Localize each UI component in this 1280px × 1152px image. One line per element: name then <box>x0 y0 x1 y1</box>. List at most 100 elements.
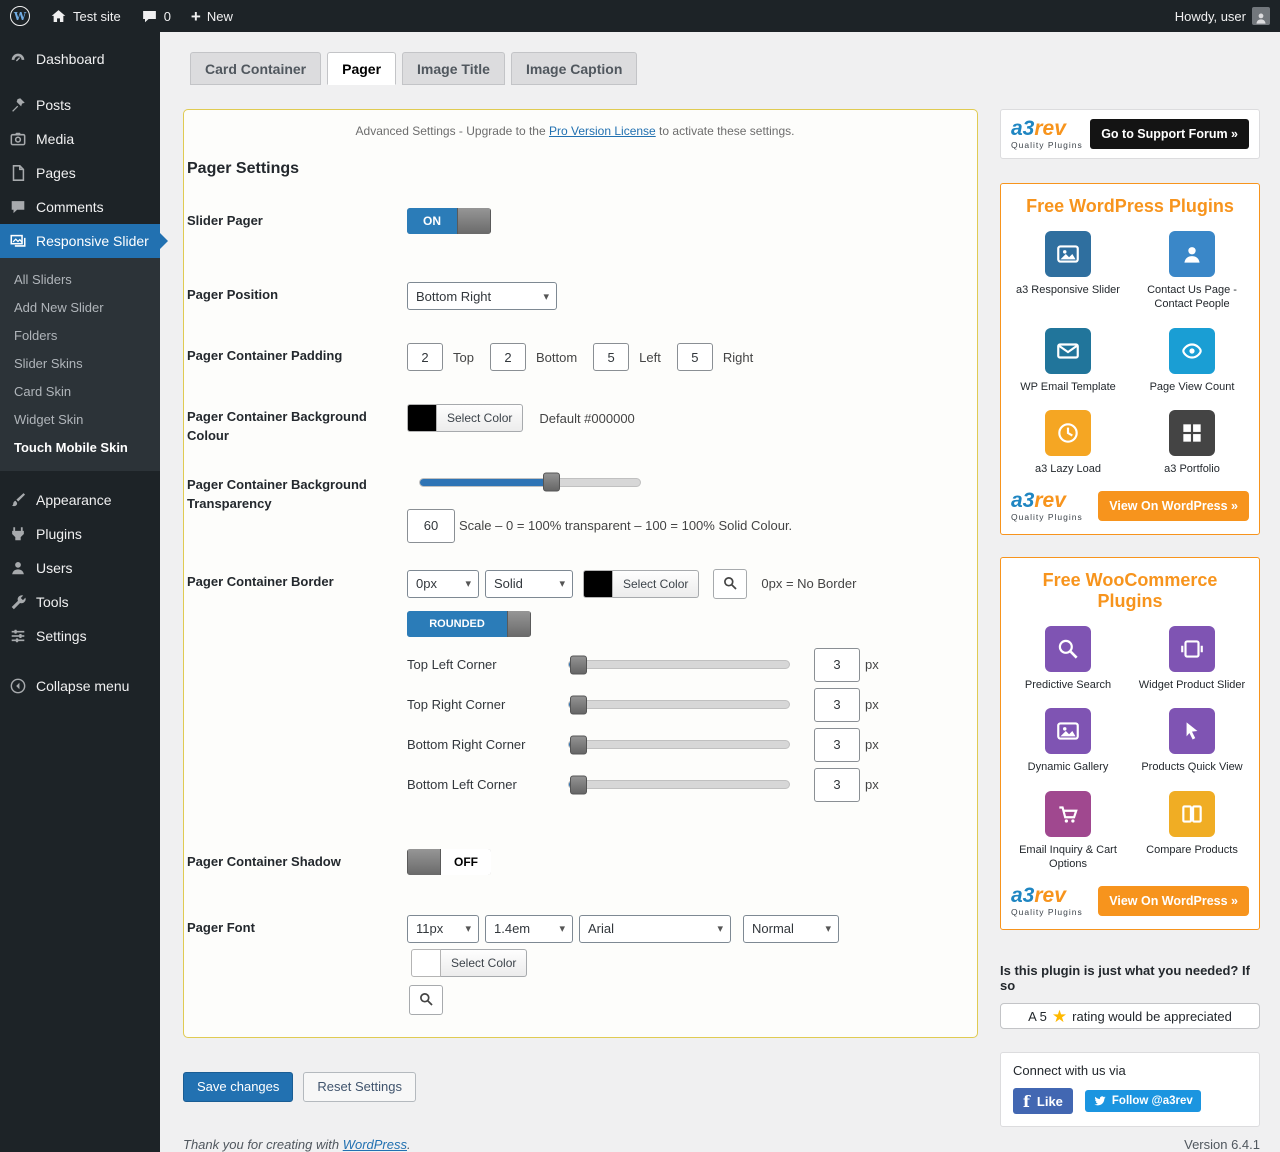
font-family-select[interactable]: Arial <box>579 915 731 943</box>
comments-menu[interactable]: 0 <box>131 0 181 32</box>
slider-pager-toggle[interactable]: ON <box>407 208 491 234</box>
rounded-toggle[interactable]: ROUNDED <box>407 611 531 637</box>
font-colour-swatch[interactable] <box>411 949 441 977</box>
plug-icon <box>8 525 28 543</box>
slider-handle[interactable] <box>570 655 587 674</box>
slider-handle[interactable] <box>570 775 587 794</box>
top-left-corner-slider[interactable] <box>568 660 790 669</box>
tab-image-title[interactable]: Image Title <box>402 52 505 85</box>
responsive-slider-submenu: All Sliders Add New Slider Folders Slide… <box>0 258 160 471</box>
sidebar-item-posts[interactable]: Posts <box>0 88 160 122</box>
border-colour-swatch[interactable] <box>583 570 613 598</box>
transparency-scale-text: Scale – 0 = 100% transparent – 100 = 100… <box>459 518 792 533</box>
top-right-corner-slider[interactable] <box>568 700 790 709</box>
plugin-contact-us-page[interactable]: Contact Us Page - Contact People <box>1135 231 1249 312</box>
save-changes-button[interactable]: Save changes <box>183 1072 293 1102</box>
transparency-input[interactable] <box>407 509 455 543</box>
bg-colour-swatch[interactable] <box>407 404 437 432</box>
border-style-select[interactable]: Solid <box>485 570 573 598</box>
padding-left-input[interactable] <box>593 343 629 371</box>
shadow-toggle[interactable]: OFF <box>407 849 491 875</box>
sidebar-item-pages[interactable]: Pages <box>0 156 160 190</box>
sidebar-subitem-folders[interactable]: Folders <box>0 321 160 349</box>
sidebar-subitem-add-new-slider[interactable]: Add New Slider <box>0 293 160 321</box>
border-colour-select-button[interactable]: Select Color <box>613 570 699 598</box>
font-weight-select[interactable]: Normal <box>743 915 839 943</box>
a3rev-logo: a3rev Quality Plugins <box>1011 885 1083 917</box>
transparency-slider[interactable] <box>419 478 641 487</box>
pro-version-license-link[interactable]: Pro Version License <box>549 124 656 138</box>
padding-right-input[interactable] <box>677 343 713 371</box>
font-size-select[interactable]: 11px <box>407 915 479 943</box>
border-width-select[interactable]: 0px <box>407 570 479 598</box>
plugin-wp-email-template[interactable]: WP Email Template <box>1011 328 1125 394</box>
user-avatar <box>1252 7 1270 25</box>
toggle-handle <box>407 849 441 875</box>
plugin-page-view-count[interactable]: Page View Count <box>1135 328 1249 394</box>
view-on-wordpress-button[interactable]: View On WordPress » <box>1098 491 1249 521</box>
sidebar-subitem-touch-mobile-skin[interactable]: Touch Mobile Skin <box>0 433 160 461</box>
tab-card-container[interactable]: Card Container <box>190 52 321 85</box>
top-right-corner-input[interactable] <box>814 688 860 722</box>
view-on-wordpress-button[interactable]: View On WordPress » <box>1098 886 1249 916</box>
top-left-corner-input[interactable] <box>814 648 860 682</box>
sidebar-item-tools[interactable]: Tools <box>0 585 160 619</box>
line-height-select[interactable]: 1.4em <box>485 915 573 943</box>
plugin-widget-product-slider[interactable]: Widget Product Slider <box>1135 626 1249 692</box>
tab-image-caption[interactable]: Image Caption <box>511 52 637 85</box>
sidebar-item-settings[interactable]: Settings <box>0 619 160 653</box>
reset-settings-button[interactable]: Reset Settings <box>303 1072 416 1102</box>
border-label: Pager Container Border <box>187 569 407 592</box>
twitter-follow-button[interactable]: Follow @a3rev <box>1085 1090 1201 1112</box>
product-slider-icon <box>1169 626 1215 672</box>
collapse-menu-button[interactable]: Collapse menu <box>0 669 160 703</box>
padding-top-input[interactable] <box>407 343 443 371</box>
sidebar-item-appearance[interactable]: Appearance <box>0 483 160 517</box>
plugin-products-quick-view[interactable]: Products Quick View <box>1135 708 1249 774</box>
new-content-menu[interactable]: New <box>181 0 243 32</box>
padding-bottom-input[interactable] <box>490 343 526 371</box>
rating-link[interactable]: A 5 ★ rating would be appreciated <box>1000 1003 1260 1029</box>
plugin-compare-products[interactable]: Compare Products <box>1135 791 1249 872</box>
sidebar-subitem-card-skin[interactable]: Card Skin <box>0 377 160 405</box>
plugin-a3-responsive-slider[interactable]: a3 Responsive Slider <box>1011 231 1125 312</box>
font-preview-button[interactable] <box>409 985 443 1015</box>
plugin-predictive-search[interactable]: Predictive Search <box>1011 626 1125 692</box>
plugin-a3-lazy-load[interactable]: a3 Lazy Load <box>1011 410 1125 476</box>
bottom-left-corner-input[interactable] <box>814 768 860 802</box>
tab-pager[interactable]: Pager <box>327 52 396 85</box>
a3rev-logo: a3rev Quality Plugins <box>1011 118 1083 150</box>
sidebar-item-comments[interactable]: Comments <box>0 190 160 224</box>
sidebar-subitem-widget-skin[interactable]: Widget Skin <box>0 405 160 433</box>
border-preview-button[interactable] <box>713 569 747 599</box>
rating-question: Is this plugin is just what you needed? … <box>1000 963 1260 993</box>
plugin-email-inquiry-cart-options[interactable]: Email Inquiry & Cart Options <box>1011 791 1125 872</box>
support-forum-button[interactable]: Go to Support Forum » <box>1090 119 1249 149</box>
sidebar-subitem-all-sliders[interactable]: All Sliders <box>0 265 160 293</box>
wp-logo-menu[interactable] <box>0 0 40 32</box>
slider-handle[interactable] <box>570 735 587 754</box>
pager-position-select[interactable]: Bottom Right <box>407 282 557 310</box>
sidebar-subitem-slider-skins[interactable]: Slider Skins <box>0 349 160 377</box>
facebook-like-button[interactable]: Like <box>1013 1088 1073 1114</box>
plugin-a3-portfolio[interactable]: a3 Portfolio <box>1135 410 1249 476</box>
plugin-dynamic-gallery[interactable]: Dynamic Gallery <box>1011 708 1125 774</box>
sidebar-item-media[interactable]: Media <box>0 122 160 156</box>
comment-count: 0 <box>164 9 171 24</box>
bottom-left-corner-slider[interactable] <box>568 780 790 789</box>
border-hint: 0px = No Border <box>761 576 856 591</box>
sidebar-item-plugins[interactable]: Plugins <box>0 517 160 551</box>
wordpress-link[interactable]: WordPress <box>343 1137 407 1152</box>
sidebar-item-users[interactable]: Users <box>0 551 160 585</box>
bg-colour-select-button[interactable]: Select Color <box>437 404 523 432</box>
transparency-slider-handle[interactable] <box>543 473 560 492</box>
my-account-menu[interactable]: Howdy, user <box>1165 0 1280 32</box>
bottom-right-corner-input[interactable] <box>814 728 860 762</box>
site-name-menu[interactable]: Test site <box>40 0 131 32</box>
sidebar-item-dashboard[interactable]: Dashboard <box>0 42 160 76</box>
sidebar-item-responsive-slider[interactable]: Responsive Slider <box>0 224 160 258</box>
font-colour-select-button[interactable]: Select Color <box>441 949 527 977</box>
bottom-right-corner-slider[interactable] <box>568 740 790 749</box>
page-icon <box>8 164 28 182</box>
slider-handle[interactable] <box>570 695 587 714</box>
